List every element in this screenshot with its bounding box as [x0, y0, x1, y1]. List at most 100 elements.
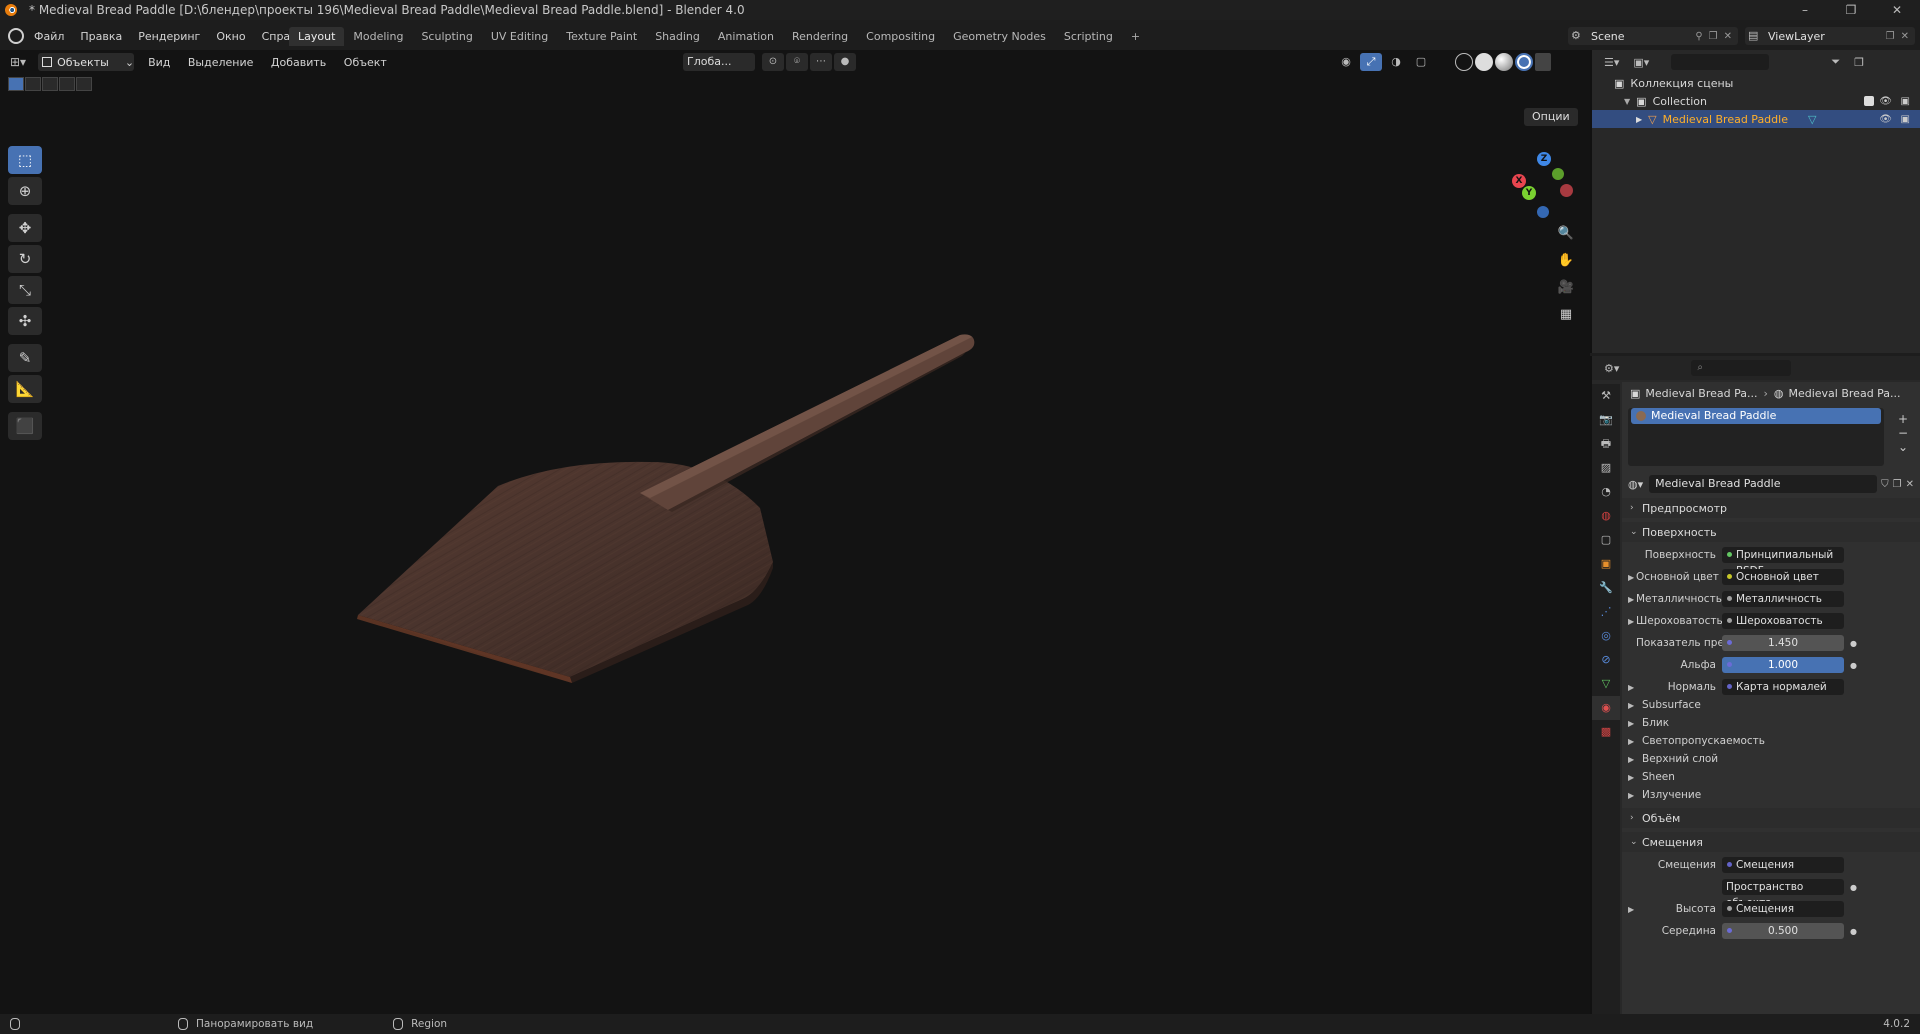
property-number-field[interactable]: 1.450 — [1722, 635, 1844, 651]
select-subtract-icon[interactable] — [42, 77, 58, 91]
editor-type-icon[interactable]: ⊞▾ — [10, 55, 26, 69]
annotate-tool-icon[interactable]: ✎ — [8, 344, 42, 372]
data-tab-icon[interactable]: ▽ — [1592, 672, 1620, 696]
world-tab-icon[interactable]: ◍ — [1592, 504, 1620, 528]
camera-icon[interactable]: ▣ — [1901, 96, 1910, 107]
scale-tool-icon[interactable]: ⤡ — [8, 276, 42, 304]
property-socket-field[interactable]: Смещения — [1722, 857, 1844, 873]
camera-view-icon[interactable]: 🎥 — [1556, 278, 1576, 298]
tab-geometry-nodes[interactable]: Geometry Nodes — [944, 27, 1055, 46]
pause-render-icon[interactable] — [1535, 53, 1551, 71]
material-shading-icon[interactable] — [1495, 53, 1513, 71]
menu-select[interactable]: Выделение — [188, 56, 254, 69]
menu-render[interactable]: Рендеринг — [138, 30, 200, 43]
remove-slot-button[interactable]: − — [1894, 426, 1912, 440]
view-layer-tab-icon[interactable]: ▨ — [1592, 456, 1620, 480]
expand-arrow-icon[interactable]: ▶ — [1622, 905, 1636, 914]
zoom-icon[interactable]: 🔍 — [1556, 224, 1576, 244]
particles-tab-icon[interactable]: ⋰ — [1592, 600, 1620, 624]
panel-volume[interactable]: › Объём — [1622, 808, 1920, 828]
snap-icon[interactable]: ⌾ — [786, 53, 808, 71]
exclude-checkbox[interactable] — [1864, 96, 1874, 106]
minimize-button[interactable]: – — [1782, 0, 1828, 20]
xray-toggle-icon[interactable]: ▢ — [1410, 53, 1432, 71]
keyframe-dot-icon[interactable]: ● — [1850, 883, 1857, 892]
mesh-data-icon[interactable]: ▽ — [1808, 113, 1816, 126]
expand-arrow-icon[interactable]: ▶ — [1622, 683, 1636, 692]
overlay-toggle-icon[interactable]: ◑ — [1385, 53, 1407, 71]
display-mode-icon[interactable]: ▣▾ — [1633, 56, 1649, 69]
eye-icon[interactable]: 👁 — [1879, 114, 1892, 125]
tab-scripting[interactable]: Scripting — [1055, 27, 1122, 46]
output-tab-icon[interactable]: 🖶 — [1592, 432, 1620, 456]
transform-tool-icon[interactable]: ✣ — [8, 307, 42, 335]
grid-ortho-icon[interactable]: ▦ — [1556, 305, 1576, 325]
delete-viewlayer-icon[interactable]: ✕ — [1901, 31, 1909, 42]
menu-object[interactable]: Объект — [344, 56, 387, 69]
scene-tab-icon[interactable]: ◔ — [1592, 480, 1620, 504]
bread-paddle-model[interactable] — [0, 50, 1590, 1014]
panel-surface[interactable]: ⌄ Поверхность — [1622, 522, 1920, 542]
solid-shading-icon[interactable] — [1475, 53, 1493, 71]
gizmo-toggle-icon[interactable]: ⤢ — [1360, 53, 1382, 71]
subpanel-row[interactable]: ▶ Светопропускаемость — [1622, 732, 1920, 750]
material-unlink-icon[interactable]: ✕ — [1906, 479, 1914, 490]
wireframe-shading-icon[interactable] — [1455, 53, 1473, 71]
select-box-tool-icon[interactable]: ⬚ — [8, 146, 42, 174]
subpanel-row[interactable]: ▶ Subsurface — [1622, 696, 1920, 714]
material-duplicate-icon[interactable]: ❐ — [1893, 479, 1902, 490]
add-cube-tool-icon[interactable]: ⬛ — [8, 412, 42, 440]
outliner-row-collection[interactable]: ▼ ▣ Collection 👁 ▣ — [1592, 92, 1920, 110]
outliner-row-paddle[interactable]: ▶ ▽ Medieval Bread Paddle ▽ 👁 ▣ — [1592, 110, 1920, 128]
tab-layout[interactable]: Layout — [289, 27, 345, 46]
property-socket-field[interactable]: Карта нормалей — [1722, 679, 1844, 695]
select-new-icon[interactable] — [8, 77, 24, 91]
property-socket-field[interactable]: Шероховатость — [1722, 613, 1844, 629]
browse-material-icon[interactable]: ◍▾ — [1628, 478, 1643, 491]
keyframe-dot-icon[interactable]: ● — [1850, 927, 1857, 936]
object-tab-icon[interactable]: ▣ — [1592, 552, 1620, 576]
outliner-search-input[interactable] — [1671, 54, 1770, 70]
tool-tab-icon[interactable]: ⚒ — [1592, 384, 1620, 408]
navigation-gizmo[interactable]: Z X Y — [1502, 150, 1578, 220]
properties-search-input[interactable]: ⌕ — [1691, 360, 1792, 376]
gizmo-neg-z-axis[interactable] — [1537, 206, 1549, 218]
add-workspace-button[interactable]: + — [1122, 27, 1149, 46]
constraints-tab-icon[interactable]: ⊘ — [1592, 648, 1620, 672]
panel-preview[interactable]: › Предпросмотр — [1622, 498, 1920, 518]
new-collection-icon[interactable]: ❐ — [1854, 56, 1864, 69]
3d-viewport[interactable]: ⊞▾ Объекты ⌄ Вид Выделение Добавить Объе… — [0, 50, 1590, 1014]
menu-file[interactable]: Файл — [34, 30, 64, 43]
material-fake-user-icon[interactable]: ⛉ — [1881, 479, 1889, 490]
menu-add[interactable]: Добавить — [271, 56, 326, 69]
modifier-tab-icon[interactable]: 🔧 — [1592, 576, 1620, 600]
material-name-field[interactable]: Medieval Bread Paddle — [1649, 475, 1878, 493]
viewlayer-selector[interactable]: ▤ ViewLayer ❐ ✕ — [1745, 27, 1915, 45]
scene-selector[interactable]: ⚙ Scene ⚲ ❐ ✕ — [1568, 27, 1738, 45]
tab-uv-editing[interactable]: UV Editing — [482, 27, 557, 46]
tab-rendering[interactable]: Rendering — [783, 27, 857, 46]
options-dropdown[interactable]: Опции — [1524, 108, 1578, 126]
maximize-button[interactable]: ❐ — [1828, 0, 1874, 20]
expand-arrow-icon[interactable]: ▼ — [1624, 97, 1630, 106]
texture-tab-icon[interactable]: ▩ — [1592, 720, 1620, 744]
property-socket-field[interactable]: Смещения — [1722, 901, 1844, 917]
expand-arrow-icon[interactable]: ▶ — [1636, 115, 1642, 124]
subpanel-row[interactable]: ▶ Излучение — [1622, 786, 1920, 804]
menu-view[interactable]: Вид — [148, 56, 170, 69]
delete-scene-icon[interactable]: ✕ — [1724, 31, 1732, 42]
property-socket-field[interactable]: Принципиальный BSDF — [1722, 547, 1844, 577]
physics-tab-icon[interactable]: ◎ — [1592, 624, 1620, 648]
keyframe-dot-icon[interactable]: ● — [1850, 661, 1857, 670]
camera-icon[interactable]: ▣ — [1901, 114, 1910, 125]
transform-orientation-dropdown[interactable]: Глоба... — [683, 53, 755, 71]
measure-tool-icon[interactable]: 📐 — [8, 375, 42, 403]
gizmo-neg-y-axis[interactable] — [1552, 168, 1564, 180]
render-tab-icon[interactable]: 📷 — [1592, 408, 1620, 432]
proportional-edit-icon[interactable]: ● — [834, 53, 856, 71]
material-tab-icon[interactable]: ◉ — [1592, 696, 1620, 720]
property-dropdown[interactable]: Пространство объекта — [1722, 879, 1844, 909]
property-socket-field[interactable]: Основной цвет — [1722, 569, 1844, 585]
subpanel-row[interactable]: ▶ Верхний слой — [1622, 750, 1920, 768]
tab-texture-paint[interactable]: Texture Paint — [557, 27, 646, 46]
